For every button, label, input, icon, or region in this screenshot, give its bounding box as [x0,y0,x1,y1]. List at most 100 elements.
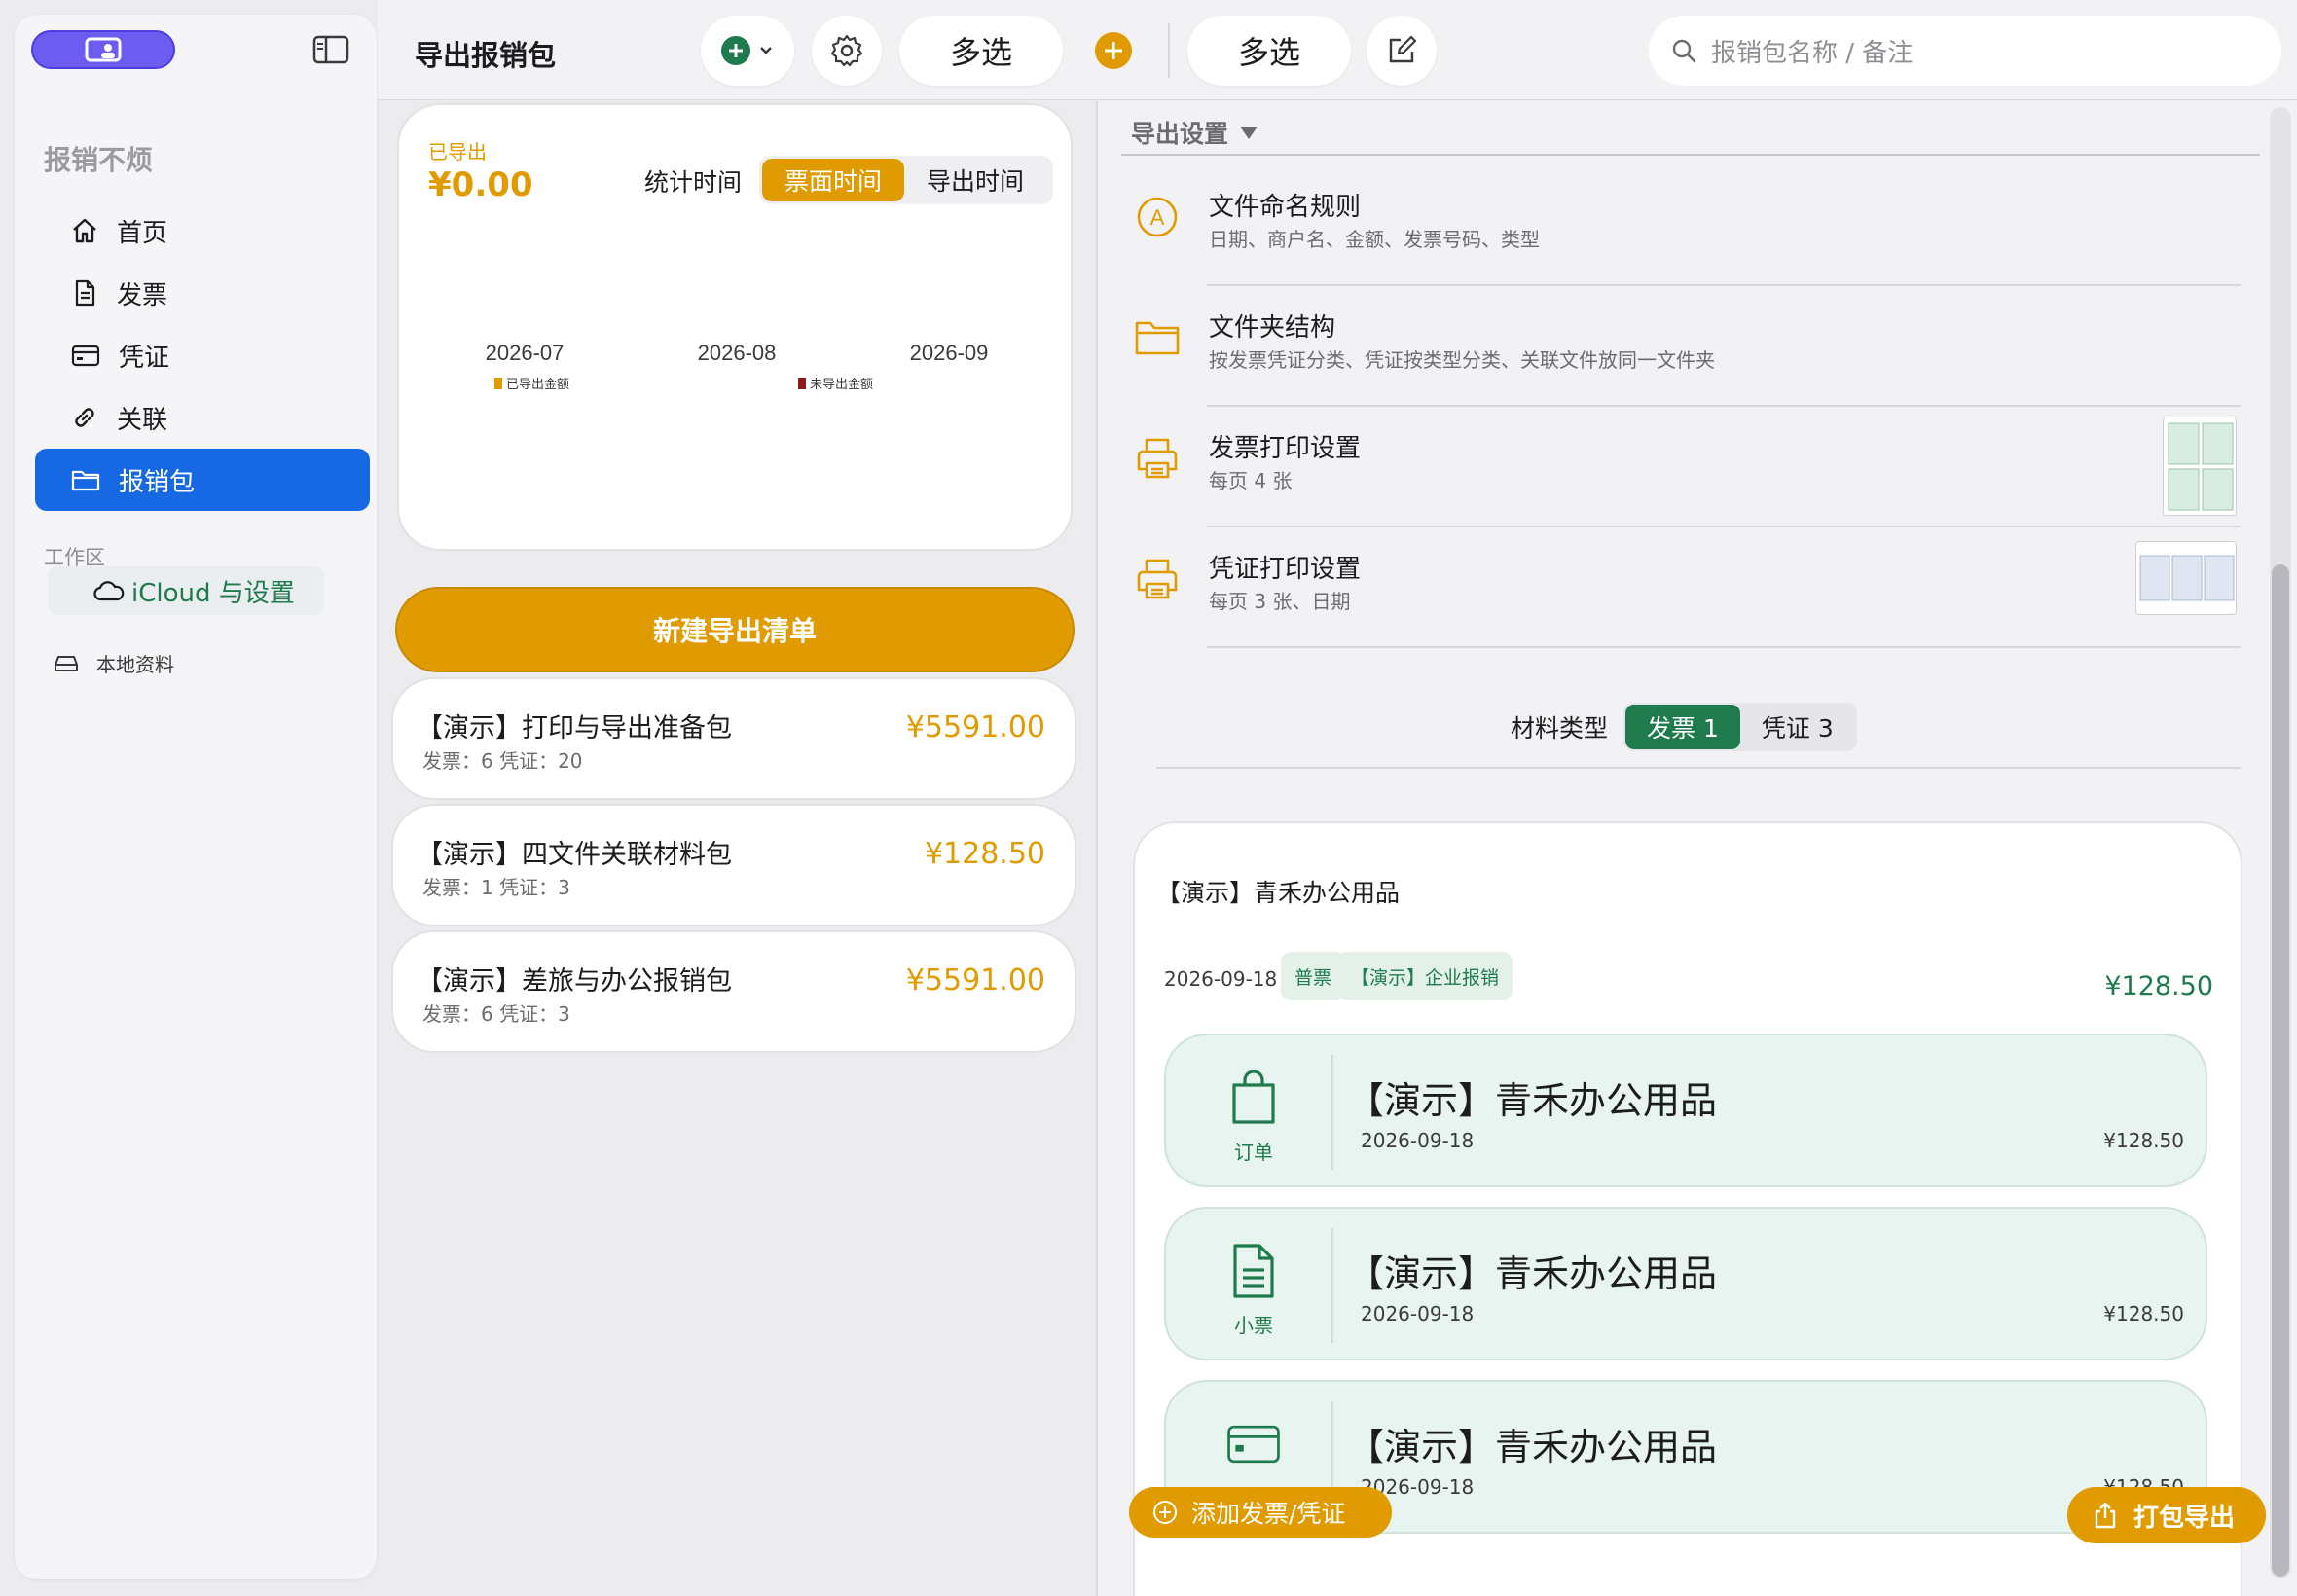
sidebar-item-vouchers[interactable]: 凭证 [35,324,370,386]
sidebar-item-links[interactable]: 关联 [35,386,370,449]
export-summary-card: 已导出 ¥0.00 统计时间 票面时间 导出时间 2026-07 2026-08 2… [397,103,1073,551]
material-type-segmented-control: 发票 1 凭证 3 [1623,703,1857,751]
add-circle-icon [1095,32,1132,69]
drive-icon [55,655,78,671]
sidebar-item-home[interactable]: 首页 [35,200,370,262]
cloud-icon [93,581,125,601]
invoice-title: 【演示】青禾办公用品 [1156,879,1401,907]
add-invoice-voucher-button[interactable]: 添加发票/凭证 [1129,1487,1392,1538]
material-type-filter: 材料类型 发票 1 凭证 3 [1511,703,1857,751]
voucher-type-label: 小票 [1234,1314,1273,1337]
voucher-date: 2026-09-18 [1361,1129,1475,1152]
linked-voucher-item[interactable]: 小票 【演示】青禾办公用品 2026-09-18 ¥128.50 [1164,1207,2207,1360]
multiselect-button[interactable]: 多选 [899,16,1063,86]
sidebar-icon [312,35,349,64]
letter-a-circle-icon: A [1133,193,1182,241]
sidebar-item-label: 关联 [117,405,168,435]
setting-title: 文件夹结构 [1209,313,1336,343]
sidebar-item-packages[interactable]: 报销包 [35,449,370,511]
search-placeholder: 报销包名称 / 备注 [1711,38,1914,68]
setting-subtitle: 日期、商户名、金额、发票号码、类型 [1209,228,1540,251]
setting-title: 凭证打印设置 [1209,555,1362,584]
setting-voucher-print[interactable]: 凭证打印设置 每页 3 张、日期 [1098,527,2241,648]
search-input[interactable]: 报销包名称 / 备注 [1649,16,2281,86]
setting-subtitle: 按发票凭证分类、凭证按类型分类、关联文件放同一文件夹 [1209,348,1715,372]
new-export-list-button[interactable]: 新建导出清单 [395,587,1075,672]
toolbar-divider [1168,23,1170,78]
package-export-button[interactable]: 打包导出 [2067,1487,2266,1543]
sidebar-item-invoices[interactable]: 发票 [35,262,370,324]
scrollbar-thumb[interactable] [2272,564,2289,1577]
package-title: 【演示】差旅与办公报销包 [417,966,732,997]
setting-subtitle: 每页 3 张、日期 [1209,590,1351,613]
setting-invoice-print[interactable]: 发票打印设置 每页 4 张 [1098,407,2241,527]
search-icon [1672,39,1696,63]
divider [1331,1228,1333,1343]
compose-icon [1389,35,1417,63]
package-title: 【演示】打印与导出准备包 [417,713,732,744]
voucher-name: 【演示】青禾办公用品 [1347,1252,1718,1295]
folder-icon [1133,313,1182,362]
sidebar-item-label: iCloud 与设置 [131,578,295,608]
tab-voucher[interactable]: 凭证 3 [1740,705,1855,749]
reimbursement-badge: 【演示】企业报销 [1337,952,1513,1000]
sidebar-item-label: 报销包 [119,467,196,497]
chevron-down-icon [760,47,772,54]
tab-invoice[interactable]: 发票 1 [1625,705,1740,749]
folder-icon [71,470,100,491]
voucher-type-label: 订单 [1234,1141,1273,1164]
voucher-date: 2026-09-18 [1361,1302,1475,1325]
sidebar-item-label: 首页 [117,218,168,248]
legend-label: 已导出金额 [506,377,569,391]
setting-file-naming[interactable]: A 文件命名规则 日期、商户名、金额、发票号码、类型 [1098,165,2241,286]
add-menu-button[interactable] [701,16,794,86]
multiselect-button-2[interactable]: 多选 [1187,16,1351,86]
package-card[interactable]: 【演示】四文件关联材料包 发票：1 凭证：3 ¥128.50 [391,804,1076,926]
toolbar: 导出报销包 多选 多选 报销包名称 / 备注 [378,0,2297,100]
package-meta: 发票：6 凭证：20 [422,749,583,773]
sidebar-item-label: 发票 [117,280,168,310]
export-settings-title: 导出设置 [1131,120,1229,148]
linked-voucher-item[interactable]: 订单 【演示】青禾办公用品 2026-09-18 ¥128.50 [1164,1034,2207,1187]
sidebar-item-label: 本地资料 [96,653,174,676]
package-meta: 发票：6 凭证：3 [422,1002,570,1026]
settings-button[interactable] [812,16,882,86]
x-tick-label: 2026-07 [486,341,565,365]
add-circle-icon [1153,1501,1177,1524]
sidebar-item-icloud[interactable]: iCloud 与设置 [48,566,324,615]
divider [1121,154,2260,156]
gear-icon [830,34,863,67]
invoice-print-preview [2163,417,2237,516]
setting-title: 文件命名规则 [1209,193,1362,222]
package-meta: 发票：1 凭证：3 [422,876,570,899]
page-title: 导出报销包 [415,39,557,72]
add-circle-icon [721,36,750,65]
profile-button[interactable] [31,30,175,69]
voucher-print-preview [2135,541,2237,615]
invoice-date: 2026-09-18 [1164,967,1278,991]
export-settings-header[interactable]: 导出设置 [1131,115,1259,150]
package-card[interactable]: 【演示】差旅与办公报销包 发票：6 凭证：3 ¥5591.00 [391,930,1076,1053]
link-icon [75,408,94,427]
export-chart: 2026-07 2026-08 2026-09 已导出金额 未导出金额 [486,341,989,391]
add-button[interactable] [1075,16,1152,86]
x-tick-label: 2026-08 [698,341,777,365]
share-icon [2095,1502,2116,1529]
sidebar-item-local[interactable]: 本地资料 [54,649,174,677]
triangle-down-icon [1240,127,1258,139]
package-amount: ¥128.50 [924,837,1045,871]
shopping-bag-icon [1226,1069,1281,1127]
voucher-name: 【演示】青禾办公用品 [1347,1079,1718,1122]
sidebar-toggle-button[interactable] [311,32,350,67]
compose-button[interactable] [1367,16,1437,86]
package-card[interactable]: 【演示】打印与导出准备包 发票：6 凭证：20 ¥5591.00 [391,677,1076,800]
person-card-icon [85,37,122,62]
setting-folder-structure[interactable]: 文件夹结构 按发票凭证分类、凭证按类型分类、关联文件放同一文件夹 [1098,286,2241,407]
sidebar: 报销不烦 首页 发票 凭证 关联 报销包 工作区 iCloud 与设置 本地资料 [15,15,377,1579]
invoice-detail-card[interactable]: 【演示】青禾办公用品 2026-09-18 普票 【演示】企业报销 ¥128.5… [1133,821,2242,1596]
divider [1156,767,2241,769]
voucher-name: 【演示】青禾办公用品 [1347,1426,1718,1469]
voucher-amount: ¥128.50 [2103,1129,2184,1152]
legend-label: 未导出金额 [810,377,873,391]
credit-card-icon [1226,1415,1281,1473]
